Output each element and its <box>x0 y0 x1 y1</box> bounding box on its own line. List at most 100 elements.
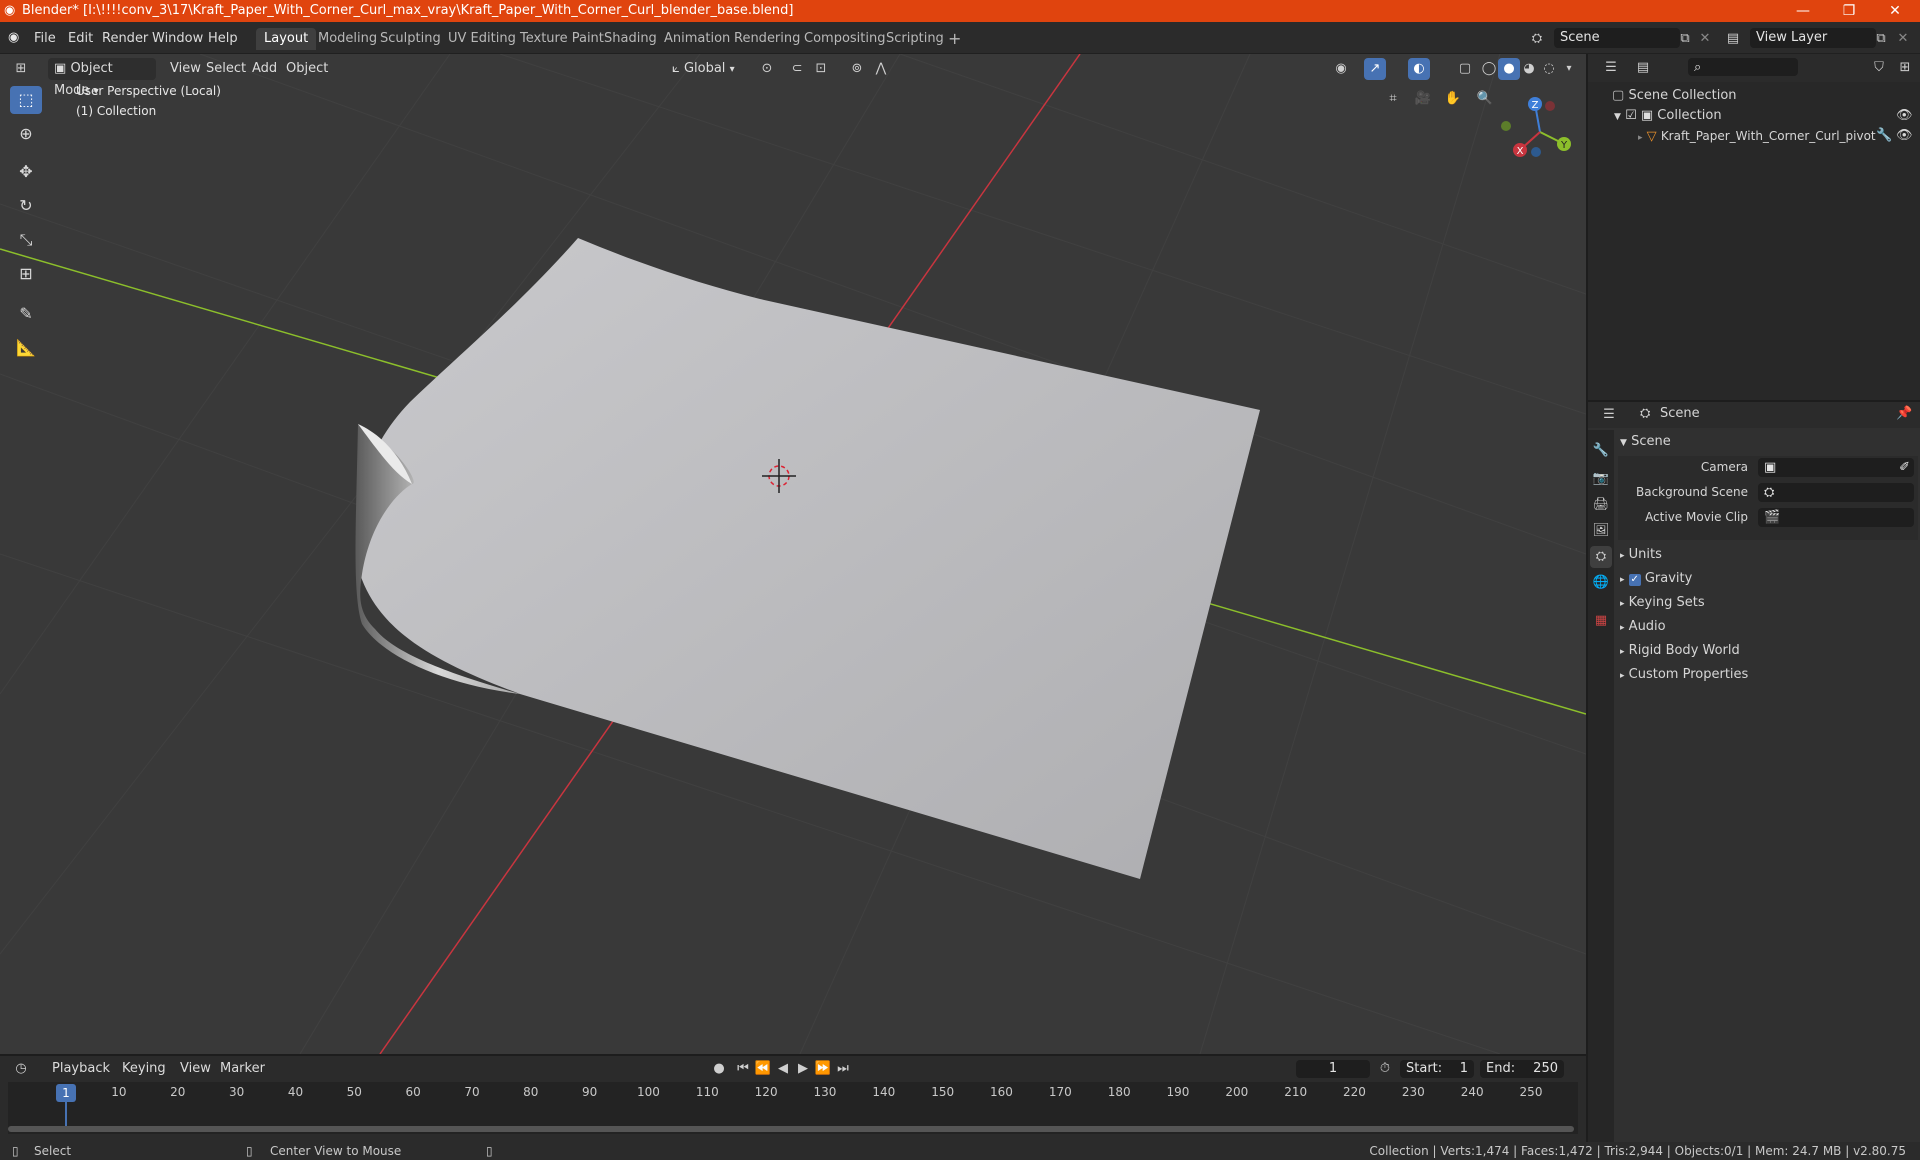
cursor-tool[interactable]: ⊕ <box>10 120 42 148</box>
tab-sculpting[interactable]: Sculpting <box>372 28 449 50</box>
start-frame-field[interactable]: Start: 1 <box>1400 1060 1474 1078</box>
jump-end-icon[interactable]: ⏭ <box>832 1058 854 1080</box>
end-frame-field[interactable]: End: 250 <box>1480 1060 1564 1078</box>
play-icon[interactable]: ▶ <box>792 1058 814 1080</box>
rotate-tool[interactable]: ↻ <box>10 192 42 220</box>
gravity-panel[interactable]: ▸ ✓ Gravity <box>1620 568 1916 590</box>
toggle-grid-icon[interactable]: ⌗ <box>1382 88 1404 110</box>
3d-viewport[interactable]: ⊞ ▣ Object Mode ▾ View Select Add Object… <box>0 54 1586 1054</box>
editor-type-icon[interactable]: ⊞ <box>10 58 32 80</box>
scene-name-field[interactable]: Scene <box>1554 28 1680 48</box>
collection-row[interactable]: ▼ ☑ ▣ Collection 👁 <box>1614 106 1914 126</box>
play-reverse-icon[interactable]: ◀ <box>772 1058 794 1080</box>
rigid-body-panel[interactable]: ▸ Rigid Body World <box>1620 640 1916 662</box>
delete-scene-icon[interactable]: ✕ <box>1694 28 1716 50</box>
material-shading-icon[interactable]: ◕ <box>1518 58 1540 80</box>
view-layer-field[interactable]: View Layer <box>1750 28 1876 48</box>
modifier-wrench-icon[interactable]: 🔧 <box>1876 126 1892 146</box>
proportional-edit-icon[interactable]: ⊚ <box>846 58 868 80</box>
viewport-object-menu[interactable]: Object <box>280 58 334 80</box>
measure-tool[interactable]: 📐 <box>10 334 42 362</box>
add-workspace-button[interactable]: + <box>940 28 969 50</box>
tool-tab-icon[interactable]: 🔧 <box>1590 440 1612 462</box>
minimize-button[interactable]: — <box>1780 0 1826 22</box>
menu-edit[interactable]: Edit <box>62 29 99 49</box>
close-button[interactable]: ✕ <box>1872 0 1918 22</box>
record-icon[interactable]: ● <box>708 1058 730 1080</box>
solid-shading-icon[interactable]: ● <box>1498 58 1520 80</box>
view-layer-tab-icon[interactable]: 🖼 <box>1590 520 1612 542</box>
expand-arrow-icon[interactable]: ▼ <box>1614 112 1621 122</box>
playhead[interactable]: 1 <box>56 1084 76 1102</box>
snap-icon[interactable]: ⊂ <box>786 58 808 80</box>
scene-panel-header[interactable]: ▼ Scene <box>1620 432 1916 452</box>
background-scene-field[interactable]: ⛭ <box>1758 483 1914 502</box>
output-tab-icon[interactable]: 🖨 <box>1590 494 1612 516</box>
world-tab-icon[interactable]: 🌐 <box>1590 572 1612 594</box>
viewport-add-menu[interactable]: Add <box>246 58 283 80</box>
outliner-editor-type-icon[interactable]: ☰ <box>1600 57 1622 79</box>
visibility-icon[interactable]: ◉ <box>1330 58 1352 80</box>
properties-editor-type-icon[interactable]: ☰ <box>1598 404 1620 426</box>
timeline-view-menu[interactable]: View <box>174 1058 217 1080</box>
delete-view-layer-icon[interactable]: ✕ <box>1892 28 1914 50</box>
scene-collection-row[interactable]: ▢ Scene Collection <box>1612 86 1737 106</box>
units-panel[interactable]: ▸ Units <box>1620 544 1916 566</box>
eye-icon[interactable]: 👁 <box>1896 126 1913 146</box>
gizmo-toggle-icon[interactable]: ↗ <box>1364 58 1386 80</box>
playback-menu[interactable]: Playback <box>46 1058 116 1080</box>
eye-icon[interactable]: 👁 <box>1896 106 1913 126</box>
custom-properties-panel[interactable]: ▸ Custom Properties <box>1620 664 1916 686</box>
display-mode-icon[interactable]: ▤ <box>1632 57 1654 79</box>
move-tool[interactable]: ✥ <box>10 158 42 186</box>
scale-tool[interactable]: ⤡ <box>10 226 42 254</box>
movie-clip-field[interactable]: 🎬 <box>1758 508 1914 527</box>
pan-hand-icon[interactable]: ✋ <box>1442 88 1464 110</box>
checkbox-icon[interactable]: ☑ <box>1625 108 1637 123</box>
transform-tool[interactable]: ⊞ <box>10 260 42 288</box>
timeline-editor-type-icon[interactable]: ◷ <box>10 1058 32 1080</box>
scene-tab-icon[interactable]: ⛭ <box>1590 546 1612 568</box>
eyedropper-icon[interactable]: ✐ <box>1899 458 1910 478</box>
new-collection-icon[interactable]: ⊞ <box>1894 57 1916 79</box>
menu-file[interactable]: File <box>28 29 62 49</box>
timeline-track-area[interactable]: 1102030405060708090100110120130140150160… <box>8 1082 1578 1134</box>
select-box-tool[interactable]: ⬚ <box>10 86 42 114</box>
timeline-scrollbar[interactable] <box>8 1126 1574 1132</box>
navigation-gizmo[interactable]: Z Y X <box>1500 92 1580 172</box>
view-layer-browse-icon[interactable]: ▤ <box>1722 28 1744 50</box>
restore-button[interactable]: ❐ <box>1826 0 1872 22</box>
current-frame-field[interactable]: 1 <box>1296 1060 1370 1078</box>
annotate-tool[interactable]: ✎ <box>10 300 42 328</box>
render-tab-icon[interactable]: 📷 <box>1590 468 1612 490</box>
mode-selector[interactable]: ▣ Object Mode ▾ <box>48 58 156 98</box>
stopwatch-icon[interactable]: ⏱ <box>1374 1058 1396 1080</box>
menu-window[interactable]: Window <box>146 29 209 49</box>
menu-help[interactable]: Help <box>202 29 244 49</box>
audio-panel[interactable]: ▸ Audio <box>1620 616 1916 638</box>
new-view-layer-icon[interactable]: ⧉ <box>1870 28 1892 50</box>
texture-tab-icon[interactable]: ▦ <box>1590 610 1612 632</box>
expand-arrow-icon[interactable]: ▸ <box>1638 133 1643 143</box>
camera-field[interactable]: ▣ ✐ <box>1758 458 1914 477</box>
keying-menu[interactable]: Keying <box>116 1058 172 1080</box>
jump-start-icon[interactable]: ⏮ <box>732 1058 754 1080</box>
scene-browse-icon[interactable]: ⛭ <box>1526 28 1548 50</box>
pin-icon[interactable]: 📌 <box>1896 406 1912 421</box>
next-keyframe-icon[interactable]: ⏩ <box>812 1058 834 1080</box>
snap-target-icon[interactable]: ⊡ <box>810 58 832 80</box>
blender-menu-icon[interactable]: ◉ <box>8 30 19 45</box>
object-row[interactable]: ▸ ▽ Kraft_Paper_With_Corner_Curl_pivot 🔧… <box>1638 126 1914 146</box>
new-scene-icon[interactable]: ⧉ <box>1674 28 1696 50</box>
camera-view-icon[interactable]: 🎥 <box>1412 88 1434 110</box>
prev-keyframe-icon[interactable]: ⏪ <box>752 1058 774 1080</box>
outliner-search-input[interactable]: ⌕ <box>1688 58 1798 76</box>
wireframe-shading-icon[interactable]: ◯ <box>1478 58 1500 80</box>
rendered-shading-icon[interactable]: ◌ <box>1538 58 1560 80</box>
falloff-icon[interactable]: ⋀ <box>870 58 892 80</box>
filter-icon[interactable]: ⛉ <box>1868 57 1890 79</box>
gravity-checkbox[interactable]: ✓ <box>1628 574 1641 586</box>
tab-shading[interactable]: Shading <box>596 28 665 50</box>
marker-menu[interactable]: Marker <box>214 1058 271 1080</box>
zoom-icon[interactable]: 🔍 <box>1474 88 1496 110</box>
